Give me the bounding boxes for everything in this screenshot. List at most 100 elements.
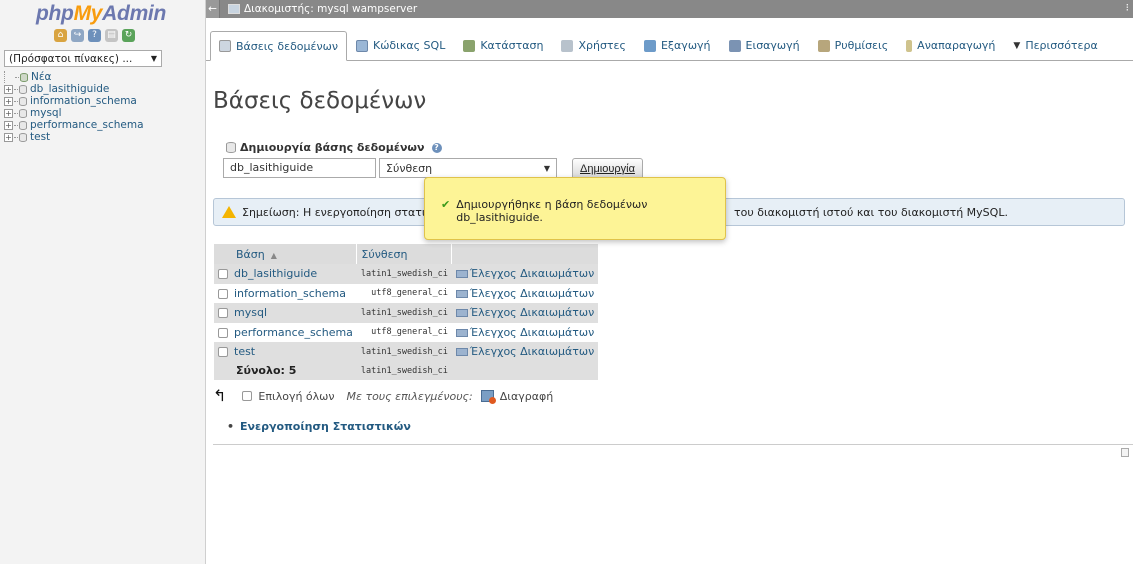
tab-settings[interactable]: Ρυθμίσεις — [809, 30, 898, 60]
database-tree: Νέα + db_lasithiguide + information_sche… — [4, 71, 144, 143]
database-icon — [19, 84, 27, 94]
back-arrow-icon[interactable]: ← — [206, 0, 220, 18]
expand-icon[interactable]: + — [4, 84, 13, 94]
check-privileges-link[interactable]: Έλεγχος Δικαιωμάτων — [470, 345, 594, 358]
chevron-down-icon: ▼ — [543, 163, 550, 173]
with-selected-label: Με τους επιλεγμένους: — [346, 389, 473, 403]
tab-sql[interactable]: Κώδικας SQL — [347, 30, 454, 60]
phpmyadmin-logo[interactable]: phpMyAdmin — [36, 2, 166, 26]
collation-cell: latin1_swedish_ci — [356, 264, 452, 284]
tree-item-information_schema[interactable]: + information_schema — [4, 95, 144, 107]
help-icon[interactable]: ? — [88, 29, 101, 42]
table-row: test latin1_swedish_ci Έλεγχος Δικαιωμάτ… — [214, 342, 599, 362]
tab-replication[interactable]: Αναπαραγωγή — [897, 30, 1004, 60]
tab-import[interactable]: Εισαγωγή — [720, 30, 809, 60]
tree-item-test[interactable]: + test — [4, 131, 144, 143]
collation-cell: utf8_general_ci — [356, 322, 452, 342]
table-row: performance_schema utf8_general_ci Έλεγχ… — [214, 322, 599, 342]
column-header-collation[interactable]: Σύνθεση — [356, 244, 453, 264]
tree-item-new[interactable]: Νέα — [4, 71, 144, 83]
drop-icon[interactable] — [480, 390, 496, 404]
expand-icon[interactable]: + — [4, 108, 13, 118]
row-checkbox[interactable] — [218, 269, 228, 280]
database-link[interactable]: information_schema — [234, 287, 346, 300]
server-icon — [228, 4, 240, 14]
server-breadcrumb-bar: ← Διακομιστής: mysql wampserver ⁝ — [206, 0, 1133, 18]
table-row: information_schema utf8_general_ci Έλεγχ… — [214, 283, 599, 303]
scroll-icon[interactable]: ⁝ — [1126, 2, 1129, 14]
sort-asc-icon: ▲ — [270, 250, 277, 260]
collation-cell: utf8_general_ci — [356, 283, 452, 303]
database-icon — [19, 132, 27, 142]
row-checkbox[interactable] — [218, 327, 228, 338]
privileges-icon — [455, 328, 468, 337]
expand-icon[interactable]: + — [4, 120, 13, 130]
database-icon — [219, 40, 231, 52]
total-row: Σύνολο: 5 latin1_swedish_ci — [214, 361, 599, 380]
help-icon[interactable]: ? — [431, 142, 442, 153]
console-toggle-icon[interactable] — [1121, 448, 1129, 457]
table-row: db_lasithiguide latin1_swedish_ci Έλεγχο… — [214, 264, 599, 284]
expand-icon[interactable]: + — [4, 132, 13, 142]
tree-item-db_lasithiguide[interactable]: + db_lasithiguide — [4, 83, 144, 95]
check-privileges-link[interactable]: Έλεγχος Δικαιωμάτων — [470, 326, 594, 339]
row-checkbox[interactable] — [218, 308, 228, 319]
drop-button[interactable]: Διαγραφή — [500, 390, 553, 403]
divider — [213, 444, 1133, 445]
table-row: mysql latin1_swedish_ci Έλεγχος Δικαιωμά… — [214, 303, 599, 323]
nav-icon-bar: ⌂ ↪ ? ▤ ↻ — [54, 29, 135, 42]
database-icon — [19, 108, 27, 118]
new-database-icon — [226, 142, 236, 153]
warning-icon — [222, 206, 236, 218]
expand-icon[interactable]: + — [4, 96, 13, 106]
reload-icon[interactable]: ↻ — [122, 29, 135, 42]
top-menu: Βάσεις δεδομένων Κώδικας SQL Κατάσταση Χ… — [206, 31, 1133, 61]
privileges-icon — [455, 289, 468, 298]
create-database-heading: Δημιουργία βάσης δεδομένων ? — [226, 141, 442, 154]
collation-cell: latin1_swedish_ci — [356, 303, 452, 323]
replication-icon — [906, 39, 913, 52]
tab-databases[interactable]: Βάσεις δεδομένων — [210, 31, 347, 61]
column-header-database[interactable]: Βάση ▲ — [214, 244, 358, 264]
navigation-panel: phpMyAdmin ⌂ ↪ ? ▤ ↻ (Πρόσφατοι πίνακες)… — [0, 0, 206, 564]
row-checkbox[interactable] — [218, 288, 228, 299]
tab-more[interactable]: ▼ Περισσότερα — [1004, 30, 1106, 60]
logout-icon[interactable]: ↪ — [71, 29, 84, 42]
tree-item-performance_schema[interactable]: + performance_schema — [4, 119, 144, 131]
check-icon: ✔ — [441, 198, 451, 211]
check-privileges-link[interactable]: Έλεγχος Δικαιωμάτων — [470, 287, 594, 300]
check-privileges-link[interactable]: Έλεγχος Δικαιωμάτων — [470, 306, 594, 319]
total-label: Σύνολο: 5 — [214, 361, 357, 380]
tab-export[interactable]: Εξαγωγή — [635, 30, 720, 60]
total-collation: latin1_swedish_ci — [356, 361, 452, 380]
privileges-icon — [455, 309, 468, 318]
server-breadcrumb[interactable]: Διακομιστής: mysql wampserver — [244, 3, 417, 15]
users-icon — [561, 39, 574, 52]
database-link[interactable]: test — [234, 345, 255, 358]
check-privileges-link[interactable]: Έλεγχος Δικαιωμάτων — [470, 267, 594, 280]
row-checkbox[interactable] — [218, 347, 228, 358]
enable-statistics-link[interactable]: Ενεργοποίηση Στατιστικών — [227, 420, 411, 433]
privileges-icon — [455, 270, 468, 279]
database-icon — [19, 120, 27, 130]
docs-icon[interactable]: ▤ — [105, 29, 118, 42]
new-database-icon — [20, 72, 28, 82]
database-link[interactable]: mysql — [234, 306, 267, 319]
tab-users[interactable]: Χρήστες — [552, 30, 635, 60]
database-link[interactable]: db_lasithiguide — [234, 267, 317, 280]
database-link[interactable]: performance_schema — [234, 326, 353, 339]
recent-tables-select[interactable]: (Πρόσφατοι πίνακες) ... ▼ — [4, 50, 162, 67]
tab-status[interactable]: Κατάσταση — [454, 30, 552, 60]
select-all-label[interactable]: Επιλογή όλων — [258, 390, 334, 403]
home-icon[interactable]: ⌂ — [54, 29, 67, 42]
bulk-actions: ↰ Επιλογή όλων Με τους επιλεγμένους: Δια… — [213, 388, 553, 404]
tree-item-mysql[interactable]: + mysql — [4, 107, 144, 119]
sql-icon — [355, 39, 368, 52]
page-title: Βάσεις δεδομένων — [213, 88, 427, 114]
success-notification[interactable]: ✔ Δημιουργήθηκε η βάση δεδομένων db_lasi… — [424, 177, 726, 240]
databases-table: Βάση ▲ Σύνθεση db_lasithiguide latin1_swe… — [214, 244, 599, 380]
database-name-input[interactable]: db_lasithiguide — [223, 158, 376, 178]
collation-select[interactable]: Σύνθεση ▼ — [379, 158, 557, 178]
select-all-checkbox[interactable] — [242, 391, 253, 401]
status-icon — [463, 39, 476, 52]
